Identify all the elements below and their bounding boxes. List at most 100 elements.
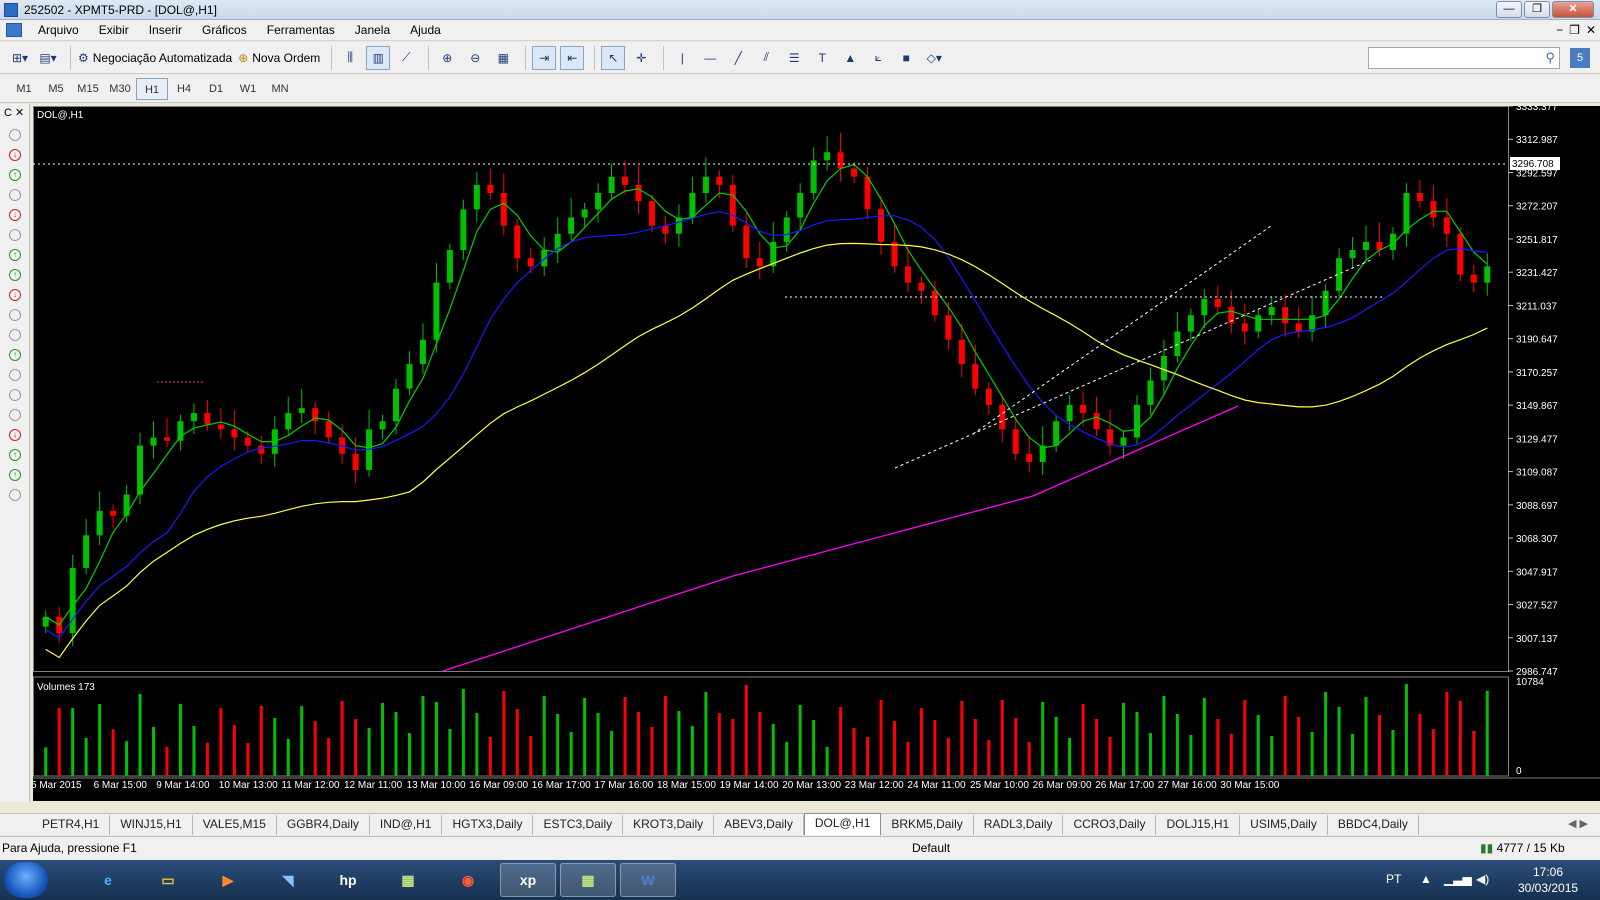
menu-janela[interactable]: Janela <box>345 23 400 37</box>
zoom-in-button[interactable]: ⊕ <box>435 46 459 70</box>
tray-arrow-icon[interactable]: ▲ <box>1420 872 1432 886</box>
search-input[interactable]: ⚲ <box>1368 47 1560 69</box>
object-icon[interactable] <box>9 489 21 501</box>
network-tool-icon[interactable]: ◥ <box>260 863 316 897</box>
buy-arrow-icon[interactable]: ↑ <box>9 449 21 461</box>
object-icon[interactable] <box>9 189 21 201</box>
buy-arrow-icon[interactable]: ↑ <box>9 349 21 361</box>
mdi-close-button[interactable]: ✕ <box>1586 23 1596 37</box>
cursor-tool-button[interactable]: ↖ <box>601 45 626 70</box>
timeframe-d1[interactable]: D1 <box>200 78 232 100</box>
candlestick-button[interactable]: ▥ <box>366 45 391 70</box>
chart-shift-button[interactable]: ⇤ <box>560 45 585 70</box>
sell-arrow-icon[interactable]: ↓ <box>9 429 21 441</box>
rectangle-tool-button[interactable]: ■ <box>894 46 918 70</box>
line-chart-button[interactable]: ⟋ <box>394 46 418 70</box>
bar-chart-button[interactable]: ⫼ <box>338 46 362 70</box>
chart-tab[interactable]: BRKM5,Daily <box>881 815 974 835</box>
chart-tab[interactable]: DOLJ15,H1 <box>1156 815 1241 835</box>
object-icon[interactable] <box>9 369 21 381</box>
chart-tab[interactable]: ABEV3,Daily <box>714 815 804 835</box>
price-chart[interactable]: 3333.377 3312.987 3292.597 3272.207 3251.817… <box>31 102 1600 801</box>
close-button[interactable]: ✕ <box>1552 1 1594 18</box>
vertical-line-tool-button[interactable]: | <box>670 46 694 70</box>
chart-tab[interactable]: RADL3,Daily <box>974 815 1064 835</box>
maximize-button[interactable]: ❐ <box>1524 1 1550 18</box>
object-icon[interactable] <box>9 409 21 421</box>
timeframe-h1[interactable]: H1 <box>136 77 168 100</box>
signal-icon[interactable]: ▁▃▅ <box>1444 872 1472 886</box>
object-icon[interactable] <box>9 129 21 141</box>
menu-inserir[interactable]: Inserir <box>139 23 192 37</box>
ie-icon[interactable]: e <box>80 863 136 897</box>
chart-window-icon[interactable] <box>6 23 22 37</box>
explorer-icon[interactable]: ▭ <box>140 863 196 897</box>
timeframe-mn[interactable]: MN <box>264 78 296 100</box>
object-icon[interactable] <box>9 229 21 241</box>
object-icon[interactable] <box>9 309 21 321</box>
clock[interactable]: 17:06 30/03/2015 <box>1518 864 1578 896</box>
media-player-icon[interactable]: ▶ <box>200 863 256 897</box>
autoscroll-button[interactable]: ⇥ <box>532 45 557 70</box>
chart-tab[interactable]: KROT3,Daily <box>623 815 715 835</box>
chart-tab[interactable]: BBDC4,Daily <box>1328 815 1419 835</box>
crosshair-tool-button[interactable]: ✛ <box>629 46 653 70</box>
timeframe-m5[interactable]: M5 <box>40 78 72 100</box>
chart-tab[interactable]: ESTC3,Daily <box>533 815 624 835</box>
minimize-button[interactable]: — <box>1496 1 1522 18</box>
metatrader-app-icon[interactable]: ▦ <box>380 863 436 897</box>
timeframe-m15[interactable]: M15 <box>72 78 104 100</box>
timeframe-m1[interactable]: M1 <box>8 78 40 100</box>
fan-tool-button[interactable]: ⟀ <box>866 46 890 70</box>
chart-tab[interactable]: GGBR4,Daily <box>277 815 370 835</box>
buy-arrow-icon[interactable]: ↑ <box>9 469 21 481</box>
community-icon[interactable]: 5 <box>1570 48 1590 68</box>
zoom-out-button[interactable]: ⊖ <box>463 46 487 70</box>
chart-window[interactable]: 3333.377 3312.987 3292.597 3272.207 3251.817… <box>31 102 1600 801</box>
mdi-minimize-button[interactable]: − <box>1556 23 1563 37</box>
timeframe-h4[interactable]: H4 <box>168 78 200 100</box>
menu-exibir[interactable]: Exibir <box>89 23 139 37</box>
mt5-window-icon[interactable]: ▦ <box>560 863 616 897</box>
fibonacci-tool-button[interactable]: ☰ <box>782 46 806 70</box>
panel-close-icon[interactable]: C ✕ <box>0 104 29 121</box>
start-button[interactable] <box>4 862 48 898</box>
chart-tab[interactable]: PETR4,H1 <box>32 815 111 835</box>
chart-tab[interactable]: CCRO3,Daily <box>1063 815 1157 835</box>
timeframe-m30[interactable]: M30 <box>104 78 136 100</box>
chart-tab[interactable]: HGTX3,Daily <box>442 815 534 835</box>
horizontal-line-tool-button[interactable]: — <box>698 46 722 70</box>
buy-arrow-icon[interactable]: ↑ <box>9 169 21 181</box>
text-tool-button[interactable]: T <box>810 46 834 70</box>
object-icon[interactable] <box>9 389 21 401</box>
buy-arrow-icon[interactable]: ↑ <box>9 269 21 281</box>
object-icon[interactable] <box>9 329 21 341</box>
shapes-dropdown-button[interactable]: ◇▾ <box>922 46 946 70</box>
new-chart-button[interactable]: ⊞▾ <box>8 46 32 70</box>
chart-tab[interactable]: IND@,H1 <box>370 815 443 835</box>
sell-arrow-icon[interactable]: ↓ <box>9 289 21 301</box>
word-icon[interactable]: W <box>620 863 676 897</box>
hp-icon[interactable]: hp <box>320 863 376 897</box>
chart-tab[interactable]: USIM5,Daily <box>1240 815 1328 835</box>
volume-icon[interactable]: ◀) <box>1476 872 1489 886</box>
menu-ajuda[interactable]: Ajuda <box>400 23 451 37</box>
trendline-tool-button[interactable]: ╱ <box>726 46 750 70</box>
timeframe-w1[interactable]: W1 <box>232 78 264 100</box>
sell-arrow-icon[interactable]: ↓ <box>9 149 21 161</box>
menu-ferramentas[interactable]: Ferramentas <box>257 23 345 37</box>
tabs-scroll-arrows[interactable]: ◀ ▶ <box>1568 817 1588 830</box>
auto-trading-button[interactable]: ⚙ Negociação Automatizada <box>77 46 233 70</box>
menu-graficos[interactable]: Gráficos <box>192 23 257 37</box>
mdi-restore-button[interactable]: ❐ <box>1569 23 1580 37</box>
menu-arquivo[interactable]: Arquivo <box>28 23 89 37</box>
xp-app-icon[interactable]: xp <box>500 863 556 897</box>
chrome-icon[interactable]: ◉ <box>440 863 496 897</box>
profiles-button[interactable]: ▤▾ <box>36 46 60 70</box>
chart-tab[interactable]: DOL@,H1 <box>803 813 882 835</box>
sell-arrow-icon[interactable]: ↓ <box>9 209 21 221</box>
chart-tab[interactable]: VALE5,M15 <box>193 815 277 835</box>
tile-windows-button[interactable]: ▦ <box>491 46 515 70</box>
triangle-tool-button[interactable]: ▲ <box>838 46 862 70</box>
language-indicator[interactable]: PT <box>1386 872 1401 886</box>
